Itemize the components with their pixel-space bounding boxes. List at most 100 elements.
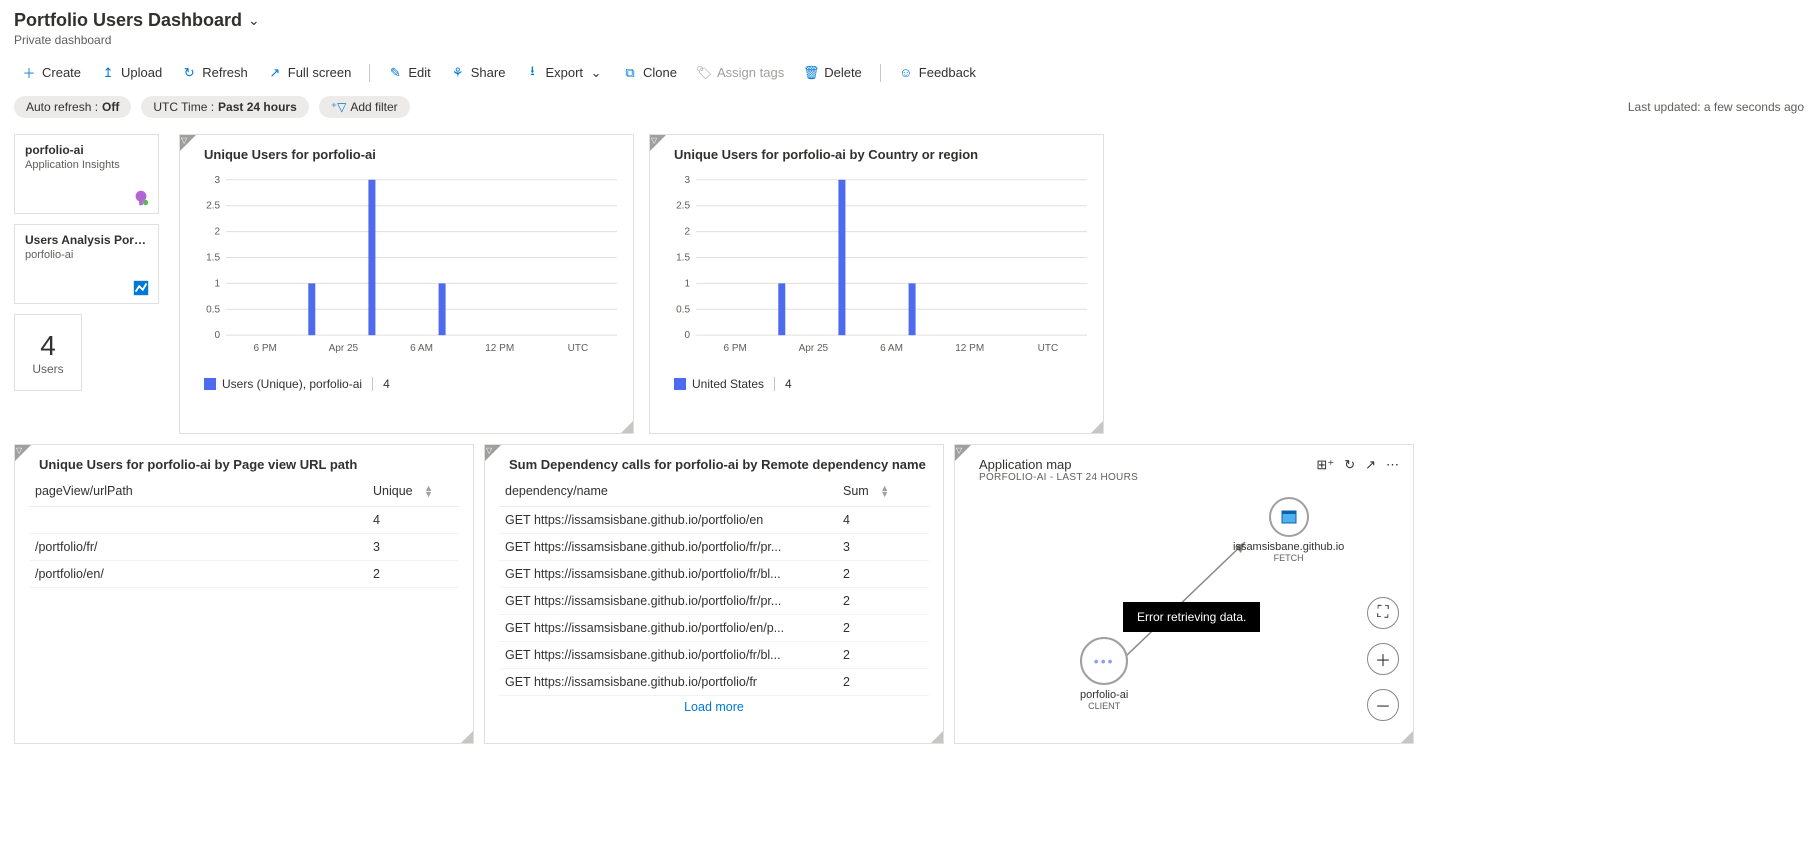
page-title: Portfolio Users Dashboard — [14, 10, 242, 31]
table-row[interactable]: GET https://issamsisbane.github.io/portf… — [499, 669, 929, 696]
cell: GET https://issamsisbane.github.io/portf… — [505, 675, 843, 689]
fullscreen-button[interactable]: ↗Full screen — [260, 61, 360, 84]
legend-label: United States — [692, 377, 764, 391]
resize-handle[interactable] — [931, 731, 943, 743]
table-row[interactable]: GET https://issamsisbane.github.io/portf… — [499, 642, 929, 669]
more-icon[interactable]: ⋯ — [1386, 457, 1399, 473]
cell: 4 — [373, 513, 453, 527]
svg-text:6 PM: 6 PM — [253, 343, 276, 354]
cell: /portfolio/en/ — [35, 567, 373, 581]
svg-text:UTC: UTC — [1038, 343, 1059, 354]
expand-icon[interactable]: ↗ — [1365, 457, 1376, 473]
add-filter-label: Add filter — [350, 100, 397, 114]
cell: 2 — [843, 648, 923, 662]
add-filter-pill[interactable]: ⁺▽Add filter — [319, 96, 410, 118]
workbook-icon — [132, 279, 150, 297]
card-title: Users Analysis Portf... — [25, 233, 148, 247]
refresh-icon[interactable]: ↻ — [1344, 457, 1355, 473]
zoom-out-button[interactable]: － — [1367, 689, 1399, 721]
autorefresh-label: Auto refresh : — [26, 100, 98, 114]
svg-text:1.5: 1.5 — [206, 252, 220, 263]
edit-button[interactable]: ✎ Edit — [380, 61, 438, 84]
delete-button[interactable]: 🗑Delete — [796, 61, 870, 84]
chart-legend: Users (Unique), porfolio-ai 4 — [180, 371, 633, 391]
cell: GET https://issamsisbane.github.io/portf… — [505, 513, 843, 527]
resource-card-appinsights[interactable]: porfolio-ai Application Insights — [14, 134, 159, 214]
table-row[interactable]: GET https://issamsisbane.github.io/portf… — [499, 561, 929, 588]
card-title: porfolio-ai — [25, 143, 148, 157]
load-more-link[interactable]: Load more — [499, 696, 929, 718]
map-node-dependency[interactable]: issamsisbane.github.io FETCH — [1233, 497, 1344, 563]
feedback-icon: ☺ — [899, 66, 913, 80]
fit-button[interactable]: ⛶ — [1367, 597, 1399, 629]
table-row[interactable]: GET https://issamsisbane.github.io/portf… — [499, 507, 929, 534]
svg-text:0: 0 — [214, 330, 220, 341]
table-row[interactable]: GET https://issamsisbane.github.io/portf… — [499, 588, 929, 615]
timerange-label: UTC Time : — [153, 100, 214, 114]
node-label: issamsisbane.github.io — [1233, 541, 1344, 553]
svg-text:2: 2 — [684, 227, 690, 238]
page-subtitle: Private dashboard — [14, 33, 1804, 47]
table-row[interactable]: 4 — [29, 507, 459, 534]
create-button[interactable]: ＋Create — [14, 61, 89, 84]
legend-swatch — [204, 378, 216, 390]
tile-filter-corner[interactable] — [650, 135, 666, 151]
time-range-pill[interactable]: UTC Time : Past 24 hours — [141, 96, 308, 118]
table-tile-dependency: ▽ Sum Dependency calls for porfolio-ai b… — [484, 444, 944, 744]
map-canvas[interactable]: issamsisbane.github.io FETCH ••• porfoli… — [955, 487, 1413, 717]
chevron-down-icon[interactable]: ⌄ — [248, 12, 260, 29]
table-row[interactable]: GET https://issamsisbane.github.io/portf… — [499, 615, 929, 642]
chevron-down-icon: ⌄ — [589, 66, 603, 80]
resize-handle[interactable] — [461, 731, 473, 743]
svg-text:2: 2 — [214, 227, 220, 238]
auto-refresh-pill[interactable]: Auto refresh : Off — [14, 96, 131, 118]
share-button[interactable]: ⚘Share — [443, 61, 514, 84]
delete-icon: 🗑 — [804, 66, 818, 80]
table-header: pageView/urlPath Unique ▲▼ — [29, 476, 459, 507]
cell: 2 — [843, 675, 923, 689]
tile-filter-corner[interactable] — [180, 135, 196, 151]
col-header[interactable]: dependency/name — [505, 484, 843, 498]
tile-filter-corner[interactable] — [955, 445, 971, 461]
layout-icon[interactable]: ⊞⁺ — [1316, 457, 1334, 473]
svg-text:12 PM: 12 PM — [955, 343, 984, 354]
users-metric-card[interactable]: 4 Users — [14, 314, 82, 391]
refresh-button[interactable]: ↻Refresh — [174, 61, 256, 84]
svg-text:2.5: 2.5 — [676, 201, 690, 212]
resize-handle[interactable] — [1401, 731, 1413, 743]
assign-tags-label: Assign tags — [717, 65, 784, 80]
cell: /portfolio/fr/ — [35, 540, 373, 554]
svg-text:12 PM: 12 PM — [485, 343, 514, 354]
zoom-in-button[interactable]: ＋ — [1367, 643, 1399, 675]
resize-handle[interactable] — [621, 421, 633, 433]
svg-text:6 PM: 6 PM — [723, 343, 746, 354]
resize-handle[interactable] — [1091, 421, 1103, 433]
export-icon: ⭳ — [525, 66, 539, 80]
clone-icon: ⧉ — [623, 66, 637, 80]
fullscreen-label: Full screen — [288, 65, 352, 80]
card-subtitle: porfolio-ai — [25, 249, 148, 261]
upload-icon: ↥ — [101, 66, 115, 80]
table-row[interactable]: /portfolio/en/2 — [29, 561, 459, 588]
export-button[interactable]: ⭳Export⌄ — [517, 61, 611, 84]
col-header[interactable]: Unique ▲▼ — [373, 484, 453, 498]
cell — [35, 513, 373, 527]
map-node-client[interactable]: ••• porfolio-ai CLIENT — [1080, 637, 1128, 711]
tile-filter-corner[interactable] — [15, 445, 31, 461]
upload-button[interactable]: ↥Upload — [93, 61, 170, 84]
feedback-button[interactable]: ☺Feedback — [891, 61, 984, 84]
table-row[interactable]: GET https://issamsisbane.github.io/portf… — [499, 534, 929, 561]
chart-tile-unique-users: ▽ Unique Users for porfolio-ai 00.511.52… — [179, 134, 634, 434]
edit-icon: ✎ — [388, 66, 402, 80]
metric-label: Users — [32, 362, 63, 376]
table-row[interactable]: /portfolio/fr/3 — [29, 534, 459, 561]
col-header[interactable]: Sum ▲▼ — [843, 484, 923, 498]
svg-text:0.5: 0.5 — [676, 304, 690, 315]
edit-label: Edit — [408, 65, 430, 80]
timerange-value: Past 24 hours — [218, 100, 297, 114]
resource-card-workbook[interactable]: Users Analysis Portf... porfolio-ai — [14, 224, 159, 304]
clone-button[interactable]: ⧉Clone — [615, 61, 685, 84]
tile-filter-corner[interactable] — [485, 445, 501, 461]
col-header[interactable]: pageView/urlPath — [35, 484, 373, 498]
legend-value: 4 — [383, 377, 390, 391]
